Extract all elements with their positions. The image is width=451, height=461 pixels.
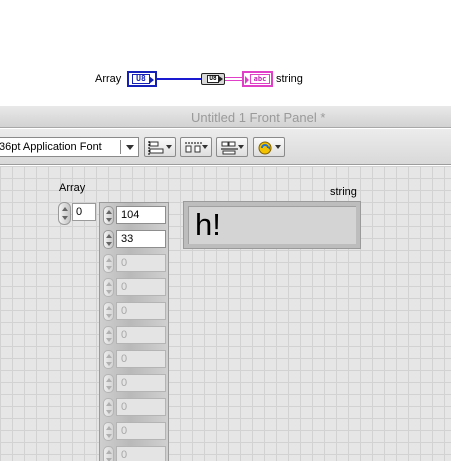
convert-node-text: U8 <box>207 75 219 83</box>
array-element-value[interactable]: 0 <box>116 278 166 296</box>
array-element[interactable]: 0 <box>103 398 167 418</box>
numeric-array-wire[interactable] <box>157 78 202 80</box>
chevron-down-icon <box>238 145 244 149</box>
title-bar[interactable]: Untitled 1 Front Panel * <box>0 106 451 128</box>
distribute-objects-icon <box>185 142 203 153</box>
array-element-value[interactable]: 0 <box>116 302 166 320</box>
increment-arrow-icon[interactable] <box>106 210 112 214</box>
align-objects-icon <box>148 141 164 155</box>
array-control[interactable]: 104 33 0 0 0 0 0 0 0 0 0 <box>99 202 169 461</box>
font-select[interactable]: 36pt Application Font <box>0 137 139 157</box>
array-element[interactable]: 33 <box>103 230 167 250</box>
array-element-value[interactable]: 33 <box>116 230 166 248</box>
array-element-value[interactable]: 104 <box>116 206 166 224</box>
increment-arrow-icon[interactable] <box>106 282 112 286</box>
increment-arrow-icon[interactable] <box>106 234 112 238</box>
terminal-arrow-icon <box>149 76 154 84</box>
array-element-value[interactable]: 0 <box>116 254 166 272</box>
string-terminal-icon[interactable]: abc <box>242 71 273 87</box>
array-terminal-icon[interactable]: U8 <box>127 71 157 87</box>
increment-arrow-icon[interactable] <box>106 306 112 310</box>
array-element[interactable]: 0 <box>103 374 167 394</box>
string-terminal-type: abc <box>250 74 270 84</box>
element-spinner[interactable] <box>103 398 114 417</box>
element-spinner[interactable] <box>103 302 114 321</box>
reorder-button[interactable] <box>253 137 285 157</box>
front-panel-canvas[interactable]: Array 0 104 33 0 0 0 0 0 0 0 0 0 string h! <box>0 166 451 461</box>
array-element-value[interactable]: 0 <box>116 446 166 461</box>
string-wire[interactable] <box>225 77 242 81</box>
array-element-value[interactable]: 0 <box>116 398 166 416</box>
array-index-spinner[interactable] <box>58 202 71 225</box>
element-spinner[interactable] <box>103 374 114 393</box>
front-panel-window: Untitled 1 Front Panel * 36pt Applicatio… <box>0 106 451 461</box>
terminal-arrow-icon <box>245 76 249 84</box>
element-spinner[interactable] <box>103 422 114 441</box>
increment-arrow-icon[interactable] <box>106 426 112 430</box>
chevron-down-icon <box>166 145 172 149</box>
block-diagram: Array U8 U8 abc string <box>0 0 451 106</box>
convert-arrow-icon <box>219 76 223 82</box>
increment-arrow-icon[interactable] <box>106 378 112 382</box>
chevron-down-icon <box>275 145 281 149</box>
element-spinner[interactable] <box>103 206 114 225</box>
array-element-value[interactable]: 0 <box>116 374 166 392</box>
decrement-arrow-icon[interactable] <box>106 434 112 438</box>
string-indicator-value[interactable]: h! <box>188 206 356 244</box>
array-label: Array <box>59 182 86 194</box>
decrement-arrow-icon[interactable] <box>106 386 112 390</box>
array-element[interactable]: 104 <box>103 206 167 226</box>
resize-objects-button[interactable] <box>216 137 248 157</box>
increment-arrow-icon[interactable] <box>106 402 112 406</box>
array-element-value[interactable]: 0 <box>116 350 166 368</box>
string-terminal-label: string <box>276 73 303 85</box>
decrement-arrow-icon[interactable] <box>62 216 68 220</box>
chevron-down-icon <box>202 145 208 149</box>
increment-arrow-icon[interactable] <box>106 258 112 262</box>
window-title: Untitled 1 Front Panel * <box>191 110 326 125</box>
array-index-display[interactable]: 0 <box>72 203 96 221</box>
array-element[interactable]: 0 <box>103 350 167 370</box>
array-element[interactable]: 0 <box>103 254 167 274</box>
align-objects-button[interactable] <box>144 137 176 157</box>
font-select-value: 36pt Application Font <box>0 141 102 153</box>
increment-arrow-icon[interactable] <box>106 354 112 358</box>
array-element-value[interactable]: 0 <box>116 326 166 344</box>
array-element[interactable]: 0 <box>103 422 167 442</box>
resize-objects-icon <box>221 141 238 155</box>
font-select-divider <box>120 140 121 154</box>
decrement-arrow-icon[interactable] <box>106 242 112 246</box>
decrement-arrow-icon[interactable] <box>106 218 112 222</box>
string-label: string <box>330 186 357 198</box>
array-element[interactable]: 0 <box>103 326 167 346</box>
distribute-objects-button[interactable] <box>180 137 212 157</box>
array-element[interactable]: 0 <box>103 278 167 298</box>
element-spinner[interactable] <box>103 278 114 297</box>
increment-arrow-icon[interactable] <box>106 330 112 334</box>
decrement-arrow-icon[interactable] <box>106 410 112 414</box>
element-spinner[interactable] <box>103 446 114 461</box>
toolbar: 36pt Application Font <box>0 129 451 165</box>
element-spinner[interactable] <box>103 230 114 249</box>
element-spinner[interactable] <box>103 350 114 369</box>
array-terminal-type: U8 <box>132 74 150 84</box>
decrement-arrow-icon[interactable] <box>106 314 112 318</box>
string-indicator[interactable]: h! <box>183 201 361 249</box>
decrement-arrow-icon[interactable] <box>106 290 112 294</box>
element-spinner[interactable] <box>103 326 114 345</box>
decrement-arrow-icon[interactable] <box>106 266 112 270</box>
array-element[interactable]: 0 <box>103 302 167 322</box>
array-element-value[interactable]: 0 <box>116 422 166 440</box>
array-terminal-label: Array <box>95 73 122 85</box>
element-spinner[interactable] <box>103 254 114 273</box>
decrement-arrow-icon[interactable] <box>106 362 112 366</box>
reorder-icon <box>258 141 272 155</box>
decrement-arrow-icon[interactable] <box>106 338 112 342</box>
increment-arrow-icon[interactable] <box>106 450 112 454</box>
increment-arrow-icon[interactable] <box>62 207 68 211</box>
byte-array-to-string-icon[interactable]: U8 <box>201 73 225 85</box>
array-element[interactable]: 0 <box>103 446 167 461</box>
chevron-down-icon <box>126 145 134 150</box>
